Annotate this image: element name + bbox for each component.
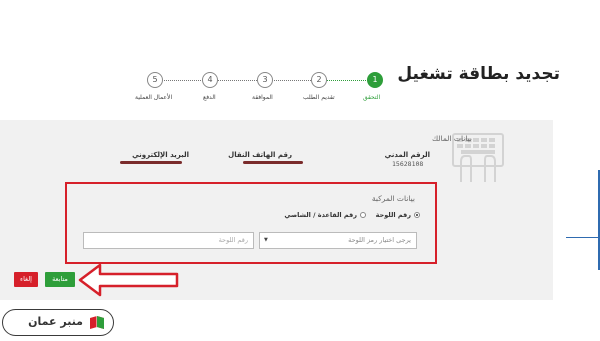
step-4-circle: 4: [202, 72, 218, 88]
page-title: تجديد بطاقة تشغيل: [397, 64, 560, 84]
phone-label: رقم الهاتف النقال: [228, 151, 292, 159]
civil-number-label: الرقم المدني: [384, 151, 430, 159]
email-label: البريد الإلكتروني: [132, 151, 189, 159]
site-logo: منبر عمان: [2, 309, 114, 336]
radio-chassis-label: رقم القاعدة / الشاصي: [284, 211, 357, 219]
logo-text: منبر عمان: [28, 315, 83, 328]
step-1-circle: 1: [367, 72, 383, 88]
step-5-circle: 5: [147, 72, 163, 88]
logo-book-icon: [90, 316, 104, 329]
phone-value-redacted: [243, 161, 303, 164]
plate-number-input[interactable]: رقم اللوحة: [83, 232, 254, 249]
radio-plate-label: رقم اللوحة: [375, 211, 411, 219]
chevron-down-icon: ▼: [264, 237, 268, 243]
page: تجديد بطاقة تشغيل 5 4 3 2 1 الأعمال العم…: [0, 0, 600, 341]
radio-chassis-option[interactable]: رقم القاعدة / الشاصي: [284, 211, 366, 219]
step-progress: 5 4 3 2 1 الأعمال العملية الدفع الموافقة…: [135, 72, 385, 112]
radio-plate-option[interactable]: رقم اللوحة: [376, 211, 420, 219]
civil-number-value: 15628108: [392, 160, 424, 168]
step-3-circle: 3: [257, 72, 273, 88]
right-edge-line: [566, 237, 600, 238]
step-connector: [215, 80, 259, 81]
step-connector: [159, 80, 203, 81]
plate-number-placeholder: رقم اللوحة: [218, 236, 248, 244]
step-connector: [271, 80, 315, 81]
step-1-label: التحقق: [363, 94, 381, 101]
radio-plate[interactable]: [414, 212, 420, 218]
step-2-label: تقديم الطلب: [303, 94, 335, 101]
annotation-arrow-icon: [78, 263, 179, 297]
plate-code-select-text: يرجى اختيار رمز اللوحة: [348, 236, 411, 244]
top-band: [0, 0, 600, 40]
step-connector: [325, 80, 370, 81]
next-button[interactable]: متابعة: [45, 272, 75, 287]
step-4-label: الدفع: [203, 94, 216, 101]
vehicle-section-title: بيانات المركبة: [371, 194, 415, 203]
step-3-label: الموافقة: [252, 94, 273, 101]
radio-chassis[interactable]: [360, 212, 366, 218]
cancel-button[interactable]: إلغاء: [14, 272, 38, 287]
email-value-redacted: [120, 161, 182, 164]
owner-section-title: بيانات المالك: [431, 134, 472, 143]
plate-code-select[interactable]: يرجى اختيار رمز اللوحة ▼: [259, 232, 417, 249]
step-5-label: الأعمال العملية: [135, 94, 173, 101]
step-2-circle: 2: [311, 72, 327, 88]
